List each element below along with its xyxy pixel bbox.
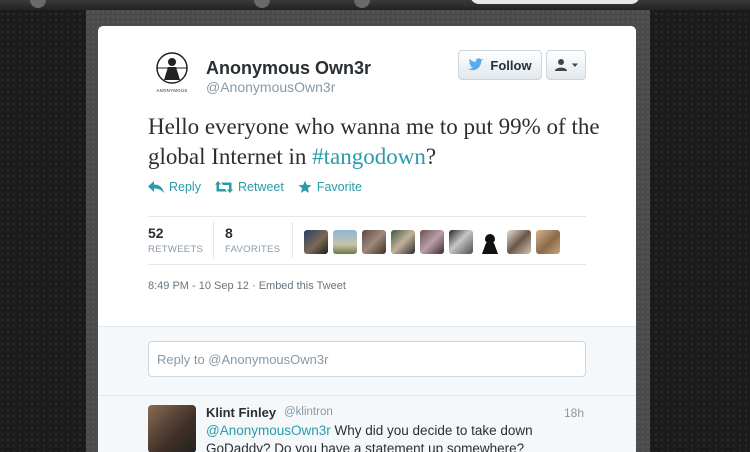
author-handle[interactable]: @AnonymousOwn3r bbox=[206, 79, 335, 95]
reply-author-avatar[interactable] bbox=[148, 405, 196, 452]
favorites-label: FAVORITES bbox=[225, 244, 281, 255]
user-avatar[interactable] bbox=[507, 230, 531, 254]
user-avatar[interactable] bbox=[333, 230, 357, 254]
tweet-card: ANONYMOUS Anonymous Own3r @AnonymousOwn3… bbox=[98, 26, 636, 452]
anonymous-logo-icon: ANONYMOUS bbox=[156, 52, 188, 93]
retweets-count[interactable]: 52 bbox=[148, 225, 164, 241]
hashtag-link[interactable]: #tangodown bbox=[312, 144, 426, 169]
retweets-label: RETWEETS bbox=[148, 244, 204, 255]
timestamp-text[interactable]: 8:49 PM - 10 Sep 12 bbox=[148, 280, 249, 292]
tweet-text-end: ? bbox=[425, 144, 437, 169]
user-actions-menu[interactable] bbox=[546, 50, 586, 80]
favorite-action[interactable]: Favorite bbox=[298, 180, 362, 194]
retweeter-avatars bbox=[304, 230, 560, 254]
retweet-icon bbox=[214, 181, 233, 193]
reply-divider bbox=[98, 395, 636, 396]
toolbar-button[interactable] bbox=[354, 0, 370, 8]
anonymous-mask-icon bbox=[482, 234, 498, 254]
favorite-label: Favorite bbox=[316, 180, 362, 194]
reply-mention-link[interactable]: @AnonymousOwn3r bbox=[206, 423, 331, 438]
reply-section: Klint Finley @klintron 18h @AnonymousOwn… bbox=[98, 326, 636, 452]
reply-input[interactable] bbox=[148, 341, 586, 377]
user-icon bbox=[554, 59, 567, 71]
tweet-text: Hello everyone who wanna me to put 99% o… bbox=[148, 112, 608, 172]
reply-label: Reply bbox=[169, 180, 201, 194]
reply-icon bbox=[148, 181, 164, 193]
browser-search-field[interactable] bbox=[470, 0, 640, 4]
browser-toolbar bbox=[0, 0, 750, 10]
author-name[interactable]: Anonymous Own3r bbox=[206, 58, 371, 79]
retweet-label: Retweet bbox=[237, 180, 284, 194]
user-avatar[interactable] bbox=[536, 230, 560, 254]
star-icon bbox=[298, 180, 312, 193]
user-avatar[interactable] bbox=[304, 230, 328, 254]
user-avatar[interactable] bbox=[420, 230, 444, 254]
stats-divider-top bbox=[148, 216, 586, 217]
stats-separator bbox=[213, 222, 214, 258]
user-avatar[interactable] bbox=[478, 230, 502, 254]
reply-author-name[interactable]: Klint Finley bbox=[206, 405, 276, 420]
tweet-actions: Reply Retweet Favorite bbox=[148, 180, 362, 194]
reply-author-handle[interactable]: @klintron bbox=[284, 406, 333, 418]
follow-label: Follow bbox=[490, 57, 532, 73]
twitter-bird-icon bbox=[468, 58, 484, 71]
user-avatar[interactable] bbox=[391, 230, 415, 254]
favorites-count[interactable]: 8 bbox=[225, 225, 233, 241]
author-avatar[interactable]: ANONYMOUS bbox=[150, 50, 194, 94]
reply-time[interactable]: 18h bbox=[564, 406, 584, 420]
reply-action[interactable]: Reply bbox=[148, 180, 201, 194]
embed-tweet-link[interactable]: Embed this Tweet bbox=[259, 280, 346, 292]
tweet-timestamp: 8:49 PM - 10 Sep 12 · Embed this Tweet bbox=[148, 280, 346, 292]
stats-separator bbox=[292, 222, 293, 258]
toolbar-button[interactable] bbox=[254, 0, 270, 8]
chevron-down-icon bbox=[571, 63, 578, 67]
stats-divider-bottom bbox=[148, 264, 586, 265]
svg-text:ANONYMOUS: ANONYMOUS bbox=[156, 88, 187, 93]
follow-button[interactable]: Follow bbox=[458, 50, 542, 80]
user-avatar[interactable] bbox=[362, 230, 386, 254]
reply-text: @AnonymousOwn3r Why did you decide to ta… bbox=[206, 422, 590, 452]
user-avatar[interactable] bbox=[449, 230, 473, 254]
toolbar-button[interactable] bbox=[30, 0, 46, 8]
retweet-action[interactable]: Retweet bbox=[214, 180, 284, 194]
